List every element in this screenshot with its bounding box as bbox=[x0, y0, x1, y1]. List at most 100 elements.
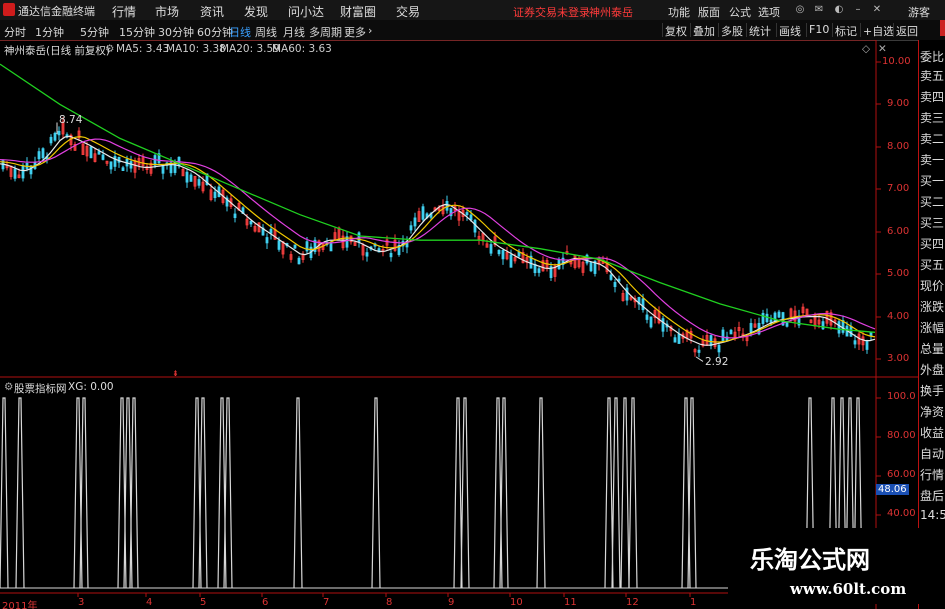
multi-stock-button[interactable]: 多股 bbox=[718, 23, 745, 38]
tab-monthly[interactable]: 月线 bbox=[283, 24, 305, 40]
menu-market[interactable]: 市场 bbox=[155, 3, 179, 20]
quote-side-panel: 委比 卖五 卖四 卖三 卖二 卖一 买一 买二 买三 买四 买五 现价 涨跌 涨幅 总量 外盘 换手 净资 收益 自动… bbox=[918, 40, 945, 609]
side-panel-item: 卖二 bbox=[920, 132, 945, 146]
gear-icon[interactable]: ⚙ bbox=[105, 43, 114, 55]
tab-30min[interactable]: 30分钟 bbox=[158, 24, 194, 40]
menu-trade[interactable]: 交易 bbox=[396, 3, 420, 20]
side-panel-item: 卖四 bbox=[920, 90, 945, 104]
trade-login-notice[interactable]: 证券交易未登录 bbox=[513, 4, 590, 20]
tab-more[interactable]: 更多 bbox=[344, 24, 366, 40]
kline-chart[interactable]: ⇟ bbox=[0, 40, 918, 609]
candle-body bbox=[697, 349, 701, 353]
candle-body bbox=[109, 161, 113, 170]
service-icon[interactable]: ◎ bbox=[793, 3, 807, 16]
panel-close-icon[interactable]: ✕ bbox=[878, 43, 887, 55]
adjust-button[interactable]: 复权 bbox=[662, 23, 689, 38]
indicator-spike bbox=[293, 397, 303, 589]
menu-news[interactable]: 资讯 bbox=[200, 3, 224, 20]
ma60-legend: MA60: 3.63 bbox=[272, 43, 332, 55]
side-panel-item: 卖一 bbox=[920, 153, 945, 167]
collapse-icon[interactable]: ◇ bbox=[862, 43, 870, 55]
message-icon[interactable]: ✉ bbox=[812, 3, 826, 16]
candle-body bbox=[821, 321, 825, 330]
candle-body bbox=[41, 148, 45, 159]
tab-timeshare[interactable]: 分时 bbox=[4, 24, 26, 40]
candle-body bbox=[865, 340, 869, 350]
side-panel-item: 收益 bbox=[920, 426, 945, 440]
current-stock-link[interactable]: 神州泰岳 bbox=[589, 4, 633, 20]
low-marker-line bbox=[695, 356, 704, 362]
candle-body bbox=[357, 232, 361, 242]
candle-body bbox=[509, 254, 513, 268]
candle-body bbox=[589, 261, 593, 272]
draw-line-button[interactable]: 画线 bbox=[776, 23, 803, 38]
skin-icon[interactable]: ◐ bbox=[832, 3, 846, 16]
menu-options[interactable]: 选项 bbox=[758, 4, 780, 20]
high-price-marker: 8.74 bbox=[59, 114, 83, 126]
candle-body bbox=[233, 213, 237, 218]
back-button[interactable]: 返回 bbox=[893, 23, 920, 38]
panel-toggle-tab[interactable] bbox=[940, 20, 945, 36]
overlay-button[interactable]: 叠加 bbox=[690, 23, 717, 38]
guest-user[interactable]: 游客 bbox=[908, 4, 930, 20]
candle-body bbox=[421, 206, 425, 220]
candle-body bbox=[49, 136, 53, 144]
menu-formula[interactable]: 公式 bbox=[729, 4, 751, 20]
tab-15min[interactable]: 15分钟 bbox=[119, 24, 155, 40]
minimize-icon[interactable]: – bbox=[851, 3, 865, 16]
menu-xiaoda[interactable]: 问小达 bbox=[288, 3, 324, 20]
period-tab-bar: 分时 1分钟 5分钟 15分钟 30分钟 60分钟 日线 周线 月线 多周期 更… bbox=[0, 20, 945, 41]
candle-body bbox=[265, 237, 269, 244]
price-tick: 9.00 bbox=[887, 98, 910, 109]
candle-body bbox=[97, 151, 101, 155]
watermark-url: www.60lt.com bbox=[790, 580, 907, 598]
time-tick: 5 bbox=[200, 597, 207, 608]
tab-5min[interactable]: 5分钟 bbox=[80, 24, 109, 40]
candle-body bbox=[749, 323, 753, 333]
side-panel-item: 买三 bbox=[920, 216, 945, 230]
watermark: 乐淘公式网 www.60lt.com bbox=[728, 528, 945, 604]
tab-daily[interactable]: 日线 bbox=[229, 24, 251, 40]
side-panel-item: 行情 bbox=[920, 468, 945, 482]
candle-body bbox=[837, 321, 841, 334]
mark-button[interactable]: 标记 bbox=[832, 23, 859, 38]
close-icon[interactable]: ✕ bbox=[870, 3, 884, 16]
candle-body bbox=[677, 333, 681, 344]
side-panel-item: 卖三 bbox=[920, 111, 945, 125]
price-tick: 4.00 bbox=[887, 311, 910, 322]
time-tick: 8 bbox=[386, 597, 393, 608]
candle-body bbox=[709, 335, 713, 346]
menu-functions[interactable]: 功能 bbox=[668, 4, 690, 20]
menu-layout[interactable]: 版面 bbox=[698, 4, 720, 20]
time-tick: 12 bbox=[626, 597, 639, 608]
app-logo-icon bbox=[3, 3, 15, 16]
menu-wealth-circle[interactable]: 财富圈 bbox=[340, 3, 376, 20]
tab-weekly[interactable]: 周线 bbox=[255, 24, 277, 40]
tab-60min[interactable]: 60分钟 bbox=[197, 24, 233, 40]
tab-multi-period[interactable]: 多周期 bbox=[309, 24, 342, 40]
price-tick: 3.00 bbox=[887, 353, 910, 364]
price-tick: 7.00 bbox=[887, 183, 910, 194]
add-watchlist-button[interactable]: +自选 bbox=[860, 23, 896, 38]
time-tick: 10 bbox=[510, 597, 523, 608]
ma60-line bbox=[0, 63, 876, 333]
candle-body bbox=[409, 225, 413, 231]
tab-1min[interactable]: 1分钟 bbox=[35, 24, 64, 40]
side-panel-item: 买二 bbox=[920, 195, 945, 209]
indicator-spike bbox=[453, 397, 463, 589]
side-panel-item: 涨幅 bbox=[920, 321, 945, 335]
candle-body bbox=[329, 243, 333, 252]
indicator-spike bbox=[371, 397, 381, 589]
menu-quotes[interactable]: 行情 bbox=[112, 3, 136, 20]
side-panel-item: 买五 bbox=[920, 258, 945, 272]
menu-discover[interactable]: 发现 bbox=[244, 3, 268, 20]
ma20-legend: MA20: 3.59 bbox=[220, 43, 280, 55]
candle-body bbox=[121, 167, 125, 172]
chevron-right-icon[interactable]: › bbox=[368, 24, 372, 37]
price-tick: 10.00 bbox=[882, 56, 911, 67]
indicator-gear-icon[interactable]: ⚙ bbox=[4, 381, 13, 393]
candle-body bbox=[365, 252, 369, 257]
statistics-button[interactable]: 统计 bbox=[746, 23, 773, 38]
low-price-marker: 2.92 bbox=[705, 356, 729, 368]
f10-button[interactable]: F10 bbox=[806, 23, 831, 37]
